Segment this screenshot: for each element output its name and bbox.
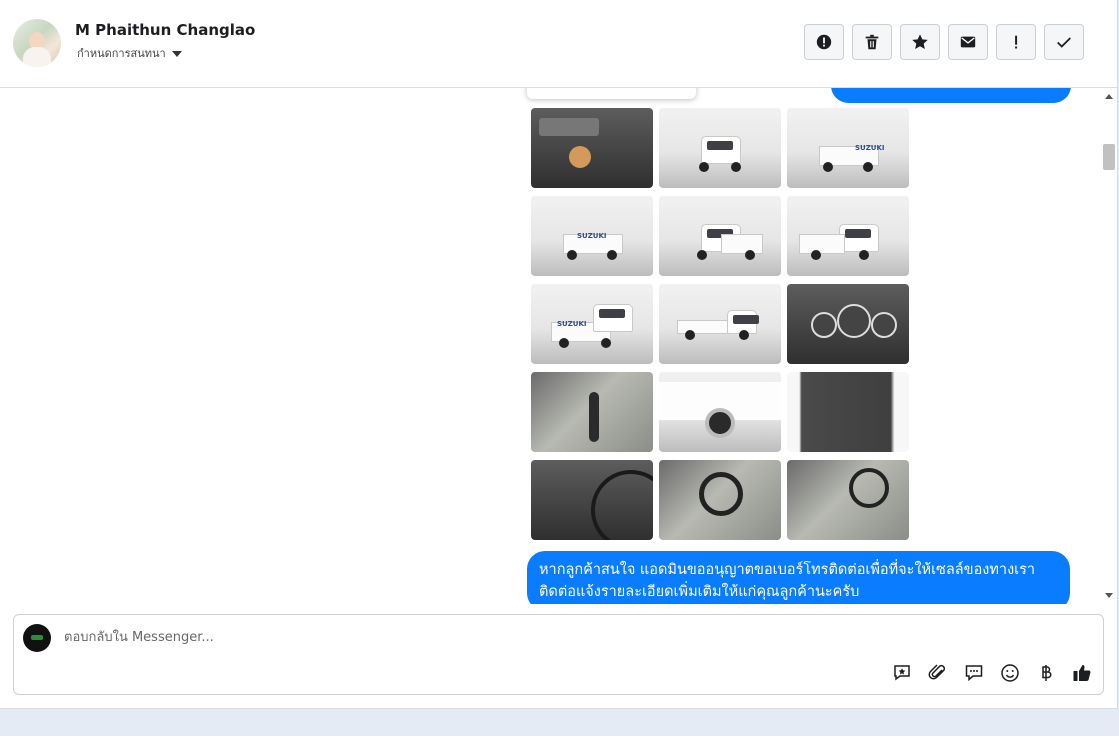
photo-truck-front-quarter[interactable]: [659, 196, 781, 276]
photo-truck-rear-quarter[interactable]: SUZUKI: [787, 108, 909, 188]
baht-icon: [1042, 665, 1052, 681]
truck-badge: SUZUKI: [577, 232, 607, 240]
photo-truck-front[interactable]: [659, 108, 781, 188]
truck-shape: [839, 224, 879, 252]
wheel: [745, 250, 755, 260]
photo-door-panel[interactable]: [787, 372, 909, 452]
like-button[interactable]: [1070, 661, 1094, 685]
timestamp-tooltip: 10 เมษายน 2023 06:35: [527, 88, 696, 99]
envelope-icon: [960, 36, 976, 48]
previous-message-bubble: [831, 88, 1071, 103]
truck-badge: SUZUKI: [855, 144, 885, 152]
contact-avatar[interactable]: [13, 19, 61, 67]
photo-engine[interactable]: [531, 108, 653, 188]
emoji-icon: [1001, 664, 1019, 682]
delete-button[interactable]: [852, 24, 892, 60]
conversation-panel: M Phaithun Changlao กำหนดการสนทนา SUZUKI…: [0, 0, 1118, 709]
reply-input[interactable]: [62, 625, 766, 649]
photo-gauge-cluster[interactable]: [787, 284, 909, 364]
scrollbar-thumb[interactable]: [1103, 144, 1115, 170]
saved-reply-button[interactable]: [890, 661, 914, 685]
wheel: [567, 250, 577, 260]
follow-up-button[interactable]: [996, 24, 1036, 60]
photo-truck-rear[interactable]: SUZUKI: [531, 196, 653, 276]
assign-conversation-dropdown[interactable]: กำหนดการสนทนา: [77, 44, 182, 62]
photo-seats[interactable]: [787, 460, 909, 540]
photo-truck-side-front[interactable]: [787, 196, 909, 276]
done-button[interactable]: [1044, 24, 1084, 60]
thread-scrollbar[interactable]: [1101, 88, 1117, 604]
wheel: [859, 250, 869, 260]
star-button[interactable]: [900, 24, 940, 60]
page-avatar: [23, 624, 51, 652]
truck-shape: [701, 136, 741, 164]
scroll-down-arrow-icon[interactable]: [1105, 593, 1113, 598]
photo-wheel-closeup[interactable]: [659, 372, 781, 452]
thumbs-up-icon: [1073, 665, 1091, 681]
photo-steering-wheel[interactable]: [659, 460, 781, 540]
scroll-up-arrow-icon[interactable]: [1105, 94, 1113, 99]
conversation-header: M Phaithun Changlao กำหนดการสนทนา: [0, 0, 1117, 88]
payment-button[interactable]: [1034, 661, 1058, 685]
chat-bubble-icon: [965, 665, 983, 682]
exclamation-icon: [1015, 35, 1018, 49]
contact-name[interactable]: M Phaithun Changlao: [75, 21, 255, 39]
checkmark-icon: [1057, 37, 1071, 48]
message-thread[interactable]: 10 เมษายน 2023 06:35 SUZUKI SUZUKI: [0, 88, 1100, 604]
trash-icon: [865, 34, 879, 50]
wheel: [607, 250, 617, 260]
wheel: [559, 338, 569, 348]
attachment-icon: [928, 664, 946, 680]
wheel: [685, 330, 695, 340]
photo-gear-shifter[interactable]: [531, 372, 653, 452]
truck-badge: SUZUKI: [557, 320, 587, 328]
wheel: [739, 330, 749, 340]
caret-down-icon: [171, 51, 182, 57]
truck-shape: [593, 304, 633, 332]
alert-circle-icon: [816, 34, 832, 50]
photo-truck-rear-side[interactable]: SUZUKI: [531, 284, 653, 364]
wheel: [811, 250, 821, 260]
wheel: [731, 162, 741, 172]
reply-composer: [13, 614, 1104, 695]
photo-dashboard[interactable]: [531, 460, 653, 540]
attach-button[interactable]: [926, 661, 950, 685]
message-line-1: หากลูกค้าสนใจ แอดมินขออนุญาตขอเบอร์โทรติ…: [539, 562, 1036, 578]
wheel: [697, 250, 707, 260]
spam-button[interactable]: [804, 24, 844, 60]
star-icon: [912, 34, 928, 50]
wheel: [601, 338, 611, 348]
wheel: [863, 162, 873, 172]
wheel: [823, 162, 833, 172]
chat-bubble-button[interactable]: [962, 661, 986, 685]
truck-bed-shape: [721, 234, 763, 254]
mark-unread-button[interactable]: [948, 24, 988, 60]
assign-label: กำหนดการสนทนา: [77, 47, 166, 60]
gauge-dial: [811, 312, 837, 338]
outgoing-message-bubble[interactable]: หากลูกค้าสนใจ แอดมินขออนุญาตขอเบอร์โทรติ…: [527, 551, 1070, 604]
photo-truck-side[interactable]: [659, 284, 781, 364]
gauge-dial: [871, 312, 897, 338]
wheel: [699, 162, 709, 172]
emoji-button[interactable]: [998, 661, 1022, 685]
gauge-dial: [837, 304, 871, 338]
avatar-body: [23, 47, 51, 67]
message-line-2: ติดต่อแจ้งรายละเอียดเพิ่มเติมให้แก่คุณลู…: [539, 584, 860, 600]
saved-reply-icon: [894, 665, 910, 681]
truck-bed-shape: [799, 234, 845, 254]
